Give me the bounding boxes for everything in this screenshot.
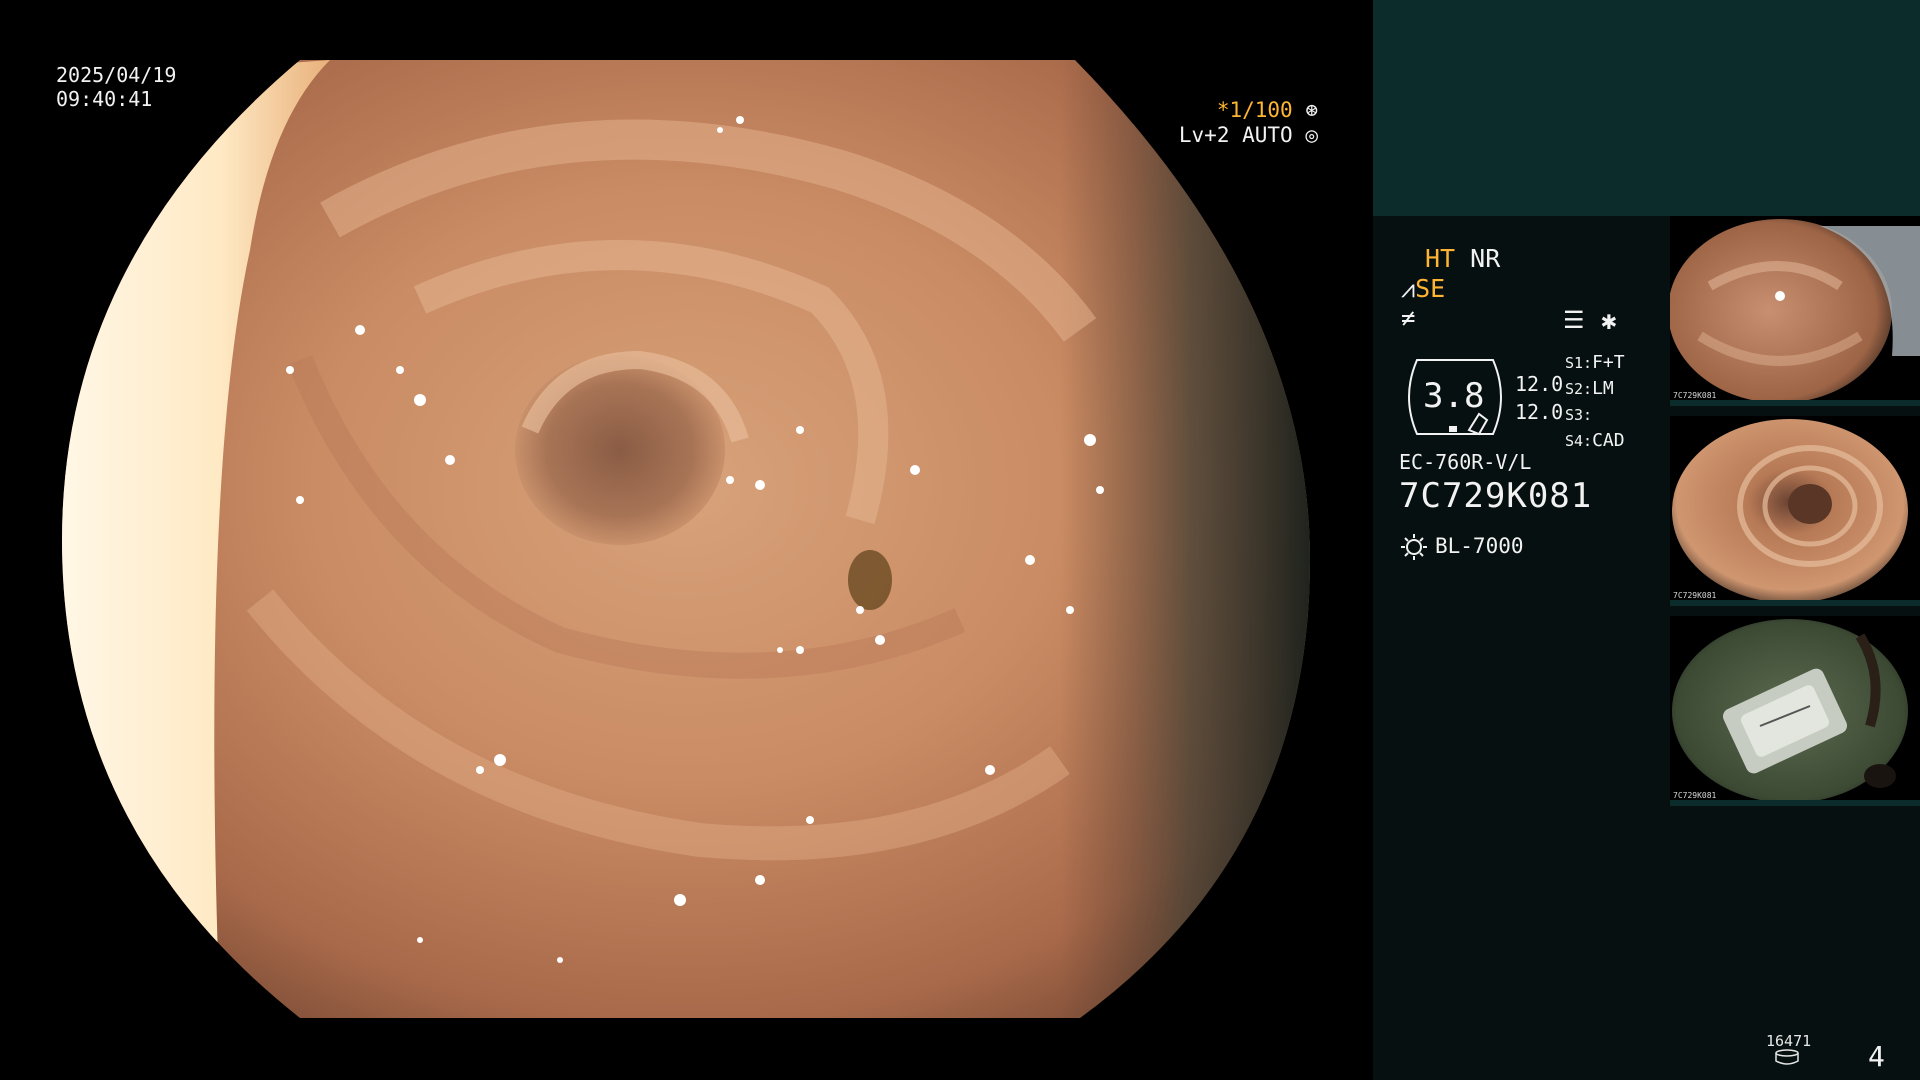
time-label: 09:40:41 (56, 86, 153, 111)
capture-star-icon: ✱ (1601, 306, 1617, 336)
switch-row: S3: (1565, 406, 1593, 424)
setting-value-a: 12.0 (1515, 372, 1564, 396)
thumbnail-band (1670, 800, 1920, 806)
scope-serial-label: 7C729K081 (1399, 476, 1593, 516)
structure-enhance-icon: ⩘ (1401, 274, 1416, 303)
color-mode-icon: ≠ (1401, 304, 1416, 332)
capture-thumbnail[interactable]: 7C729K081 (1670, 416, 1920, 606)
light-source-label: BL-7000 (1435, 534, 1524, 558)
date-label: 2025/04/19 (56, 63, 177, 87)
exposure-readout: *1/100 ⊛ Lv+2 AUTO ◎ (1179, 98, 1318, 148)
capture-thumbnail[interactable]: 7C729K081 (1670, 616, 1920, 806)
iris-auto-icon: ◎ (1305, 122, 1318, 147)
page-number: 4 (1868, 1040, 1885, 1073)
date-time-readout: 2025/04/19 09:40:41 (56, 63, 177, 111)
switch-assignments: S1:F+T S2:LM S3: S4:CAD (1565, 350, 1625, 454)
gauge-value-label: 3.8 (1423, 376, 1485, 416)
shutter-speed-label: *1/100 (1216, 98, 1293, 122)
mode-nr-label: NR (1470, 244, 1501, 273)
panel-header-band (1373, 0, 1920, 216)
light-source-icon (1401, 534, 1427, 560)
mode-row-2: ⩘SE (1401, 274, 1445, 304)
light-source-row: BL-7000 (1399, 532, 1524, 562)
iris-mode-label: Lv+2 AUTO (1178, 122, 1293, 147)
capture-thumbnail[interactable]: 7C729K081 (1670, 216, 1920, 406)
shutter-aperture-icon: ⊛ (1305, 98, 1318, 122)
setting-values: 12.0 12.0 (1515, 370, 1563, 426)
capture-counter: 16471 (1766, 1032, 1812, 1050)
endoscopy-live-image (0, 0, 1372, 1080)
thumbnail-band (1670, 400, 1920, 406)
switch-row: S1:F+T (1565, 352, 1625, 373)
thumbnail-caption: 7C729K081 (1673, 391, 1717, 400)
thumbnail-band (1670, 600, 1920, 606)
mode-se-label: SE (1415, 274, 1446, 303)
switch-row: S2:LM (1565, 378, 1614, 399)
endoscopy-screen: 2025/04/19 09:40:41 *1/100 ⊛ Lv+2 AUTO ◎… (0, 0, 1920, 1080)
mode-ht-label: HT (1425, 244, 1456, 273)
mode-row-1: HT NR (1425, 244, 1500, 273)
scope-model-label: EC-760R-V/L (1399, 450, 1532, 474)
setting-value-b: 12.0 (1515, 400, 1564, 424)
thumbnail-caption: 7C729K081 (1673, 791, 1717, 800)
menu-icon: ☰ (1563, 306, 1585, 334)
switch-row: S4:CAD (1565, 430, 1625, 451)
thumbnail-caption: 7C729K081 (1673, 591, 1717, 600)
disk-icon (1775, 1049, 1799, 1065)
